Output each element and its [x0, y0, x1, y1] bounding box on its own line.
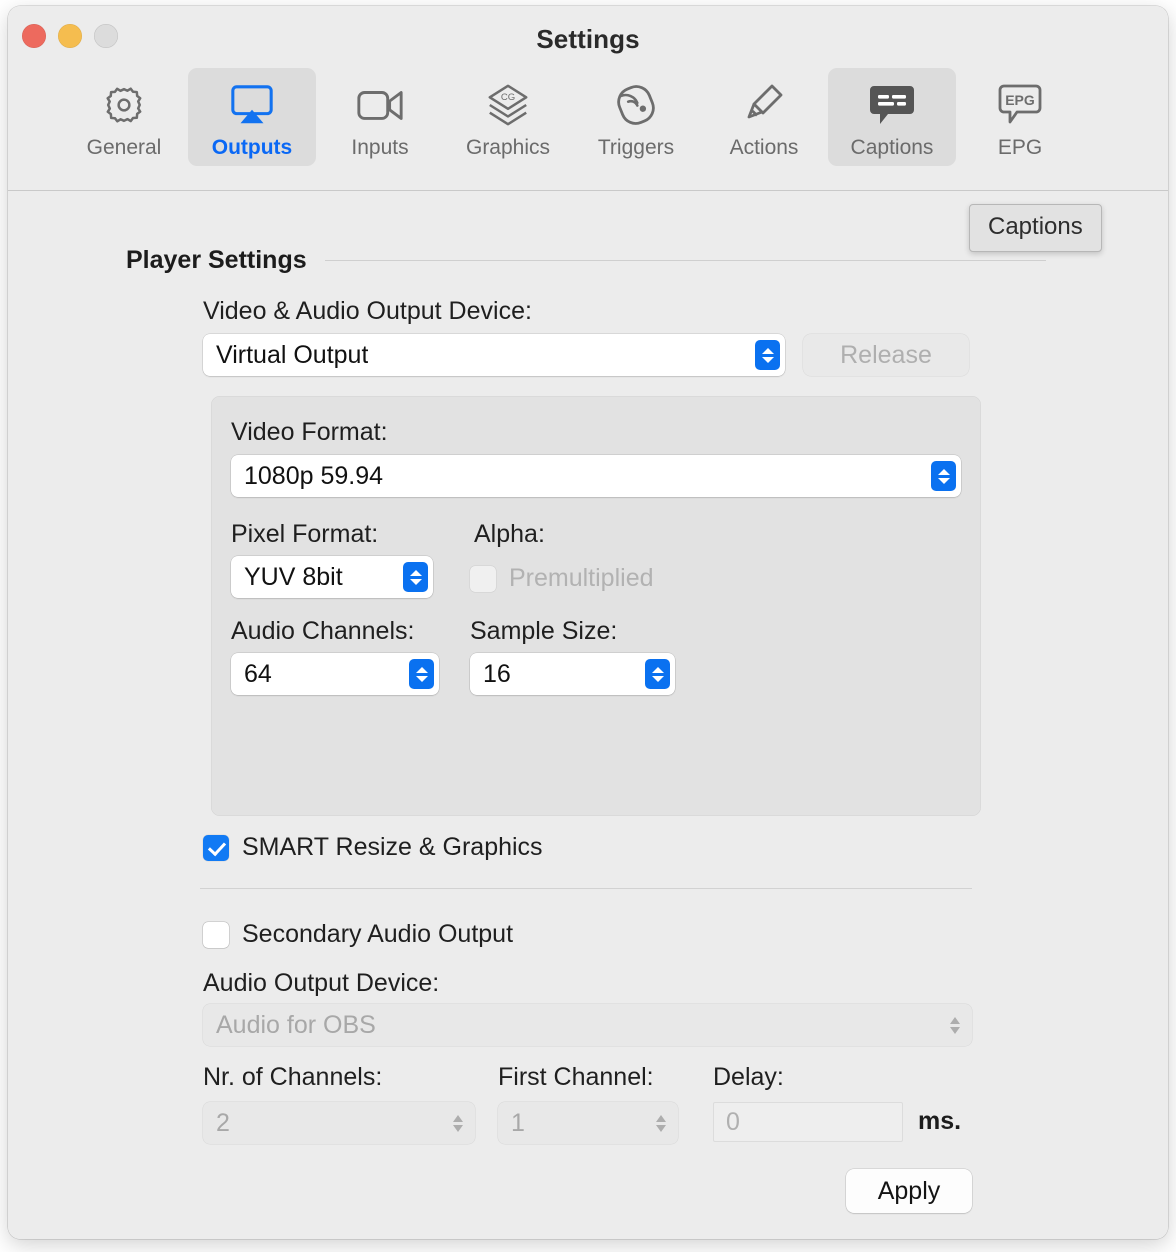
video-audio-output-device-dropdown[interactable]: Virtual Output: [203, 334, 785, 376]
secondary-audio-output-checkbox-row[interactable]: Secondary Audio Output: [203, 920, 513, 949]
first-channel-stepper[interactable]: 1: [498, 1102, 678, 1144]
sample-size-label: Sample Size:: [470, 617, 618, 645]
toolbar-item-label: Actions: [729, 136, 799, 159]
audio-output-device-dropdown[interactable]: Audio for OBS: [203, 1004, 972, 1046]
window-title: Settings: [536, 24, 640, 54]
smart-resize-label: SMART Resize & Graphics: [242, 833, 543, 861]
toolbar-item-label: General: [86, 136, 162, 159]
nr-of-channels-stepper[interactable]: 2: [203, 1102, 475, 1144]
chevron-updown-icon: [648, 1108, 673, 1138]
apply-button[interactable]: Apply: [846, 1169, 972, 1213]
video-audio-output-device-label: Video & Audio Output Device:: [203, 297, 532, 325]
release-button[interactable]: Release: [803, 334, 969, 376]
chevron-updown-icon: [445, 1108, 470, 1138]
section-divider: [200, 888, 972, 889]
settings-content-pane: Player Settings Video & Audio Output Dev…: [8, 191, 1168, 1239]
pixel-format-dropdown[interactable]: YUV 8bit: [231, 556, 433, 598]
secondary-audio-output-label: Secondary Audio Output: [242, 920, 514, 948]
epg-bubble-icon: EPG: [997, 78, 1043, 132]
stepper-value: 1: [511, 1108, 525, 1137]
video-format-dropdown[interactable]: 1080p 59.94: [231, 455, 961, 497]
paint-roller-icon: [741, 78, 787, 132]
dropdown-value: Audio for OBS: [216, 1010, 376, 1039]
delay-unit-label: ms.: [918, 1107, 962, 1135]
delay-input[interactable]: 0: [713, 1102, 903, 1142]
title-bar: Settings General Outputs Inputs CG Graph…: [8, 6, 1168, 190]
alpha-label: Alpha:: [474, 520, 545, 548]
video-format-label: Video Format:: [231, 418, 388, 446]
stepper-value: 2: [216, 1108, 230, 1137]
toolbar-item-captions[interactable]: Captions: [828, 68, 956, 166]
smart-resize-checkbox-row[interactable]: SMART Resize & Graphics: [203, 833, 543, 862]
chevron-updown-icon: [942, 1010, 967, 1040]
toolbar-item-label: EPG: [997, 136, 1043, 159]
chevron-updown-icon: [755, 340, 780, 370]
video-format-group: Video Format: 1080p 59.94 Pixel Format: …: [211, 396, 981, 816]
toolbar-item-inputs[interactable]: Inputs: [316, 68, 444, 166]
dropdown-value: 64: [244, 659, 272, 688]
chevron-updown-icon: [403, 562, 428, 592]
video-camera-icon: [355, 78, 405, 132]
chevron-updown-icon: [931, 461, 956, 491]
toolbar-item-epg[interactable]: EPG EPG: [956, 68, 1084, 166]
delay-value: 0: [726, 1107, 740, 1136]
nr-of-channels-label: Nr. of Channels:: [203, 1063, 383, 1091]
dropdown-value: YUV 8bit: [244, 562, 343, 591]
delay-label: Delay:: [713, 1063, 784, 1091]
chevron-updown-icon: [645, 659, 670, 689]
secondary-audio-output-checkbox[interactable]: [203, 921, 229, 948]
toolbar-item-triggers[interactable]: Triggers: [572, 68, 700, 166]
toolbar-item-label: Graphics: [465, 136, 551, 159]
toolbar-item-label: Captions: [850, 136, 934, 159]
chevron-updown-icon: [409, 659, 434, 689]
smart-resize-checkbox[interactable]: [203, 834, 229, 861]
gear-icon: [101, 78, 147, 132]
dropdown-value: 16: [483, 659, 511, 688]
layers-cg-icon: CG: [484, 78, 532, 132]
section-rule: [324, 260, 1046, 261]
settings-window: Settings General Outputs Inputs CG Graph…: [8, 6, 1168, 1239]
premultiplied-checkbox-row[interactable]: Premultiplied: [470, 564, 654, 593]
pixel-format-label: Pixel Format:: [231, 520, 379, 548]
toolbar-item-label: Triggers: [597, 136, 675, 159]
svg-text:EPG: EPG: [1005, 92, 1035, 108]
toolbar-item-graphics[interactable]: CG Graphics: [444, 68, 572, 166]
toolbar-item-actions[interactable]: Actions: [700, 68, 828, 166]
tooltip-captions: Captions: [969, 204, 1102, 252]
premultiplied-checkbox[interactable]: [470, 565, 496, 592]
audio-channels-dropdown[interactable]: 64: [231, 653, 439, 695]
signal-disc-icon: [612, 78, 660, 132]
premultiplied-label: Premultiplied: [509, 564, 654, 592]
section-title: Player Settings: [126, 246, 307, 274]
first-channel-label: First Channel:: [498, 1063, 654, 1091]
caption-bubble-icon: [868, 78, 916, 132]
dropdown-value: Virtual Output: [216, 340, 369, 369]
toolbar-item-outputs[interactable]: Outputs: [188, 68, 316, 166]
toolbar-item-label: Inputs: [351, 136, 409, 159]
toolbar-item-label: Outputs: [211, 136, 293, 159]
toolbar: General Outputs Inputs CG Graphics Trigg…: [60, 68, 1084, 166]
toolbar-item-general[interactable]: General: [60, 68, 188, 166]
dropdown-value: 1080p 59.94: [244, 461, 384, 490]
airplay-icon: [228, 78, 276, 132]
audio-channels-label: Audio Channels:: [231, 617, 415, 645]
svg-text:CG: CG: [501, 92, 515, 103]
sample-size-dropdown[interactable]: 16: [470, 653, 675, 695]
audio-output-device-label: Audio Output Device:: [203, 969, 440, 997]
player-settings-header: Player Settings: [126, 246, 1046, 275]
